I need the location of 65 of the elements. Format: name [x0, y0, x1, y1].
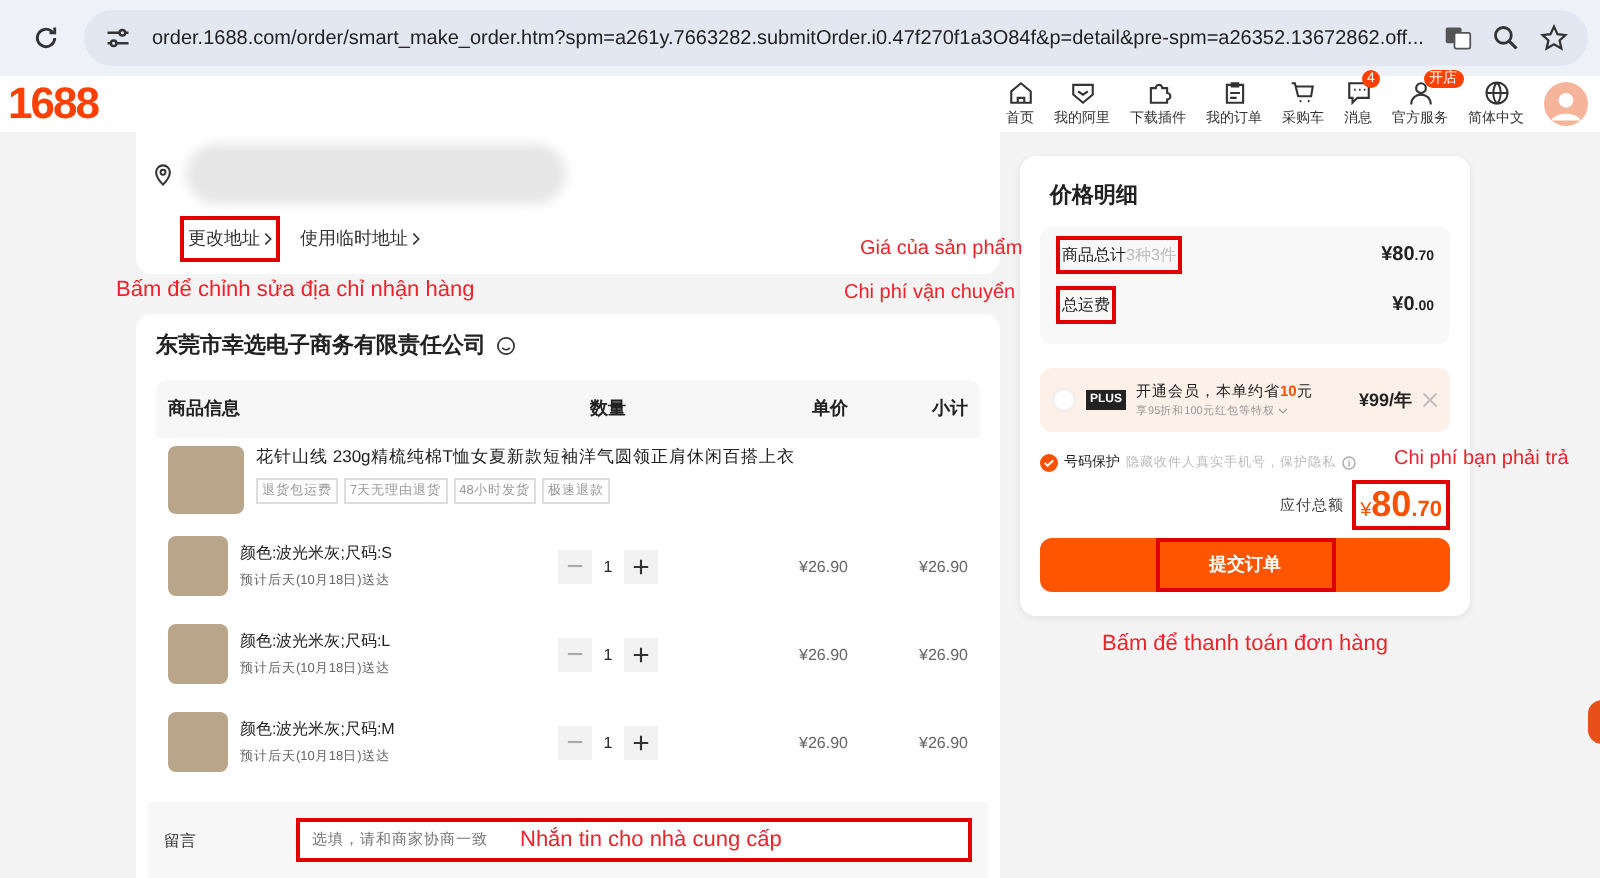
- subtotal-price: ¥26.90: [917, 557, 968, 575]
- globe-icon[interactable]: [1483, 80, 1509, 106]
- chevron-down-icon[interactable]: [1278, 408, 1289, 414]
- plus-icon: [632, 557, 651, 575]
- column-header: 单价: [810, 396, 848, 422]
- product-title[interactable]: 花针山线 230g精梳纯棉T恤女夏新款短袖洋气圆领正肩休闲百搭上衣: [256, 446, 795, 470]
- plus-icon: [632, 645, 651, 663]
- quantity-value[interactable]: 1: [603, 557, 613, 575]
- store-name: 东莞市幸选电子商务有限责任公司: [156, 331, 486, 360]
- summary-title: 价格明细: [1050, 181, 1140, 210]
- quantity-value[interactable]: 1: [603, 645, 613, 663]
- address-bar[interactable]: order.1688.com/order/smart_make_order.htm?spm=a261y.7663282.submitOrder.i0.47f270f1a3O84f&p=detail&pre-spm=a26352.13672862.off...: [84, 10, 1588, 66]
- star-icon[interactable]: [1539, 24, 1568, 52]
- url-text: order.1688.com/order/smart_make_order.htm?spm=a261y.7663282.submitOrder.i0.47f270f1a3O84f&p=detail&pre-spm=a26352.13672862.off...: [152, 27, 1424, 49]
- smiley-icon[interactable]: [496, 335, 516, 355]
- plus-icon: [632, 733, 651, 751]
- cart-icon[interactable]: [1290, 80, 1316, 106]
- puzzle-icon[interactable]: [1145, 80, 1171, 106]
- annotation-text: Bấm để chỉnh sửa địa chỉ nhận hàng: [116, 278, 475, 302]
- variant-text: 颜色:波光米灰;尺码:M: [240, 718, 395, 740]
- unit-price: ¥26.90: [797, 557, 848, 575]
- location-pin-icon: [152, 163, 174, 185]
- site-info-icon[interactable]: [104, 24, 132, 52]
- chevron-icon: [264, 232, 272, 246]
- chat-icon[interactable]: [1345, 80, 1371, 106]
- unit-price: ¥26.90: [797, 733, 848, 751]
- checkbox[interactable]: [1040, 453, 1058, 471]
- subtotal-price: ¥26.90: [917, 733, 968, 751]
- unit-price: ¥26.90: [797, 645, 848, 663]
- home-icon[interactable]: [1007, 80, 1033, 106]
- column-header: 小计: [930, 396, 968, 422]
- site-logo[interactable]: 1688: [8, 78, 98, 130]
- price-label: 商品总计3种3件: [1056, 236, 1182, 274]
- annotation-text: Bấm để thanh toán đơn hàng: [1102, 632, 1388, 656]
- message-label: 留言: [164, 829, 196, 851]
- clipboard-icon[interactable]: [1221, 80, 1247, 106]
- product-photo: [168, 446, 244, 514]
- quantity-value[interactable]: 1: [603, 733, 613, 751]
- price-label: 总运费: [1056, 286, 1116, 324]
- increase-button[interactable]: [624, 637, 659, 671]
- annotation-text: Giá của sản phẩm: [860, 238, 1023, 260]
- chevron-icon: [412, 232, 420, 246]
- total-amount: ¥80.70: [1352, 480, 1450, 530]
- reload-icon[interactable]: [32, 24, 60, 52]
- increase-button[interactable]: [624, 725, 659, 759]
- address-link[interactable]: 使用临时地址: [292, 216, 428, 262]
- column-header: 商品信息: [168, 396, 242, 422]
- product-photo: [168, 712, 228, 772]
- annotation-text: Chi phí vận chuyển: [844, 282, 1016, 304]
- product-photo: [168, 624, 228, 684]
- minus-icon: [565, 564, 584, 568]
- minus-icon: [565, 740, 584, 744]
- annotation-text: Nhắn tin cho nhà cung cấp: [520, 828, 782, 852]
- variant-text: 颜色:波光米灰;尺码:L: [240, 630, 391, 652]
- column-header: 数量: [588, 396, 628, 422]
- product-photo: [168, 536, 228, 596]
- annotation-text: Chi phí bạn phải trả: [1394, 448, 1569, 470]
- subtotal-price: ¥26.90: [917, 645, 968, 663]
- person-icon[interactable]: [1407, 80, 1433, 106]
- zoom-icon[interactable]: [1491, 24, 1520, 52]
- variant-text: 颜色:波光米灰;尺码:S: [240, 542, 393, 564]
- membership-price: ¥99/年: [1358, 387, 1412, 413]
- minus-icon: [565, 652, 584, 656]
- address-link[interactable]: 更改地址: [180, 216, 280, 262]
- increase-button[interactable]: [624, 549, 659, 583]
